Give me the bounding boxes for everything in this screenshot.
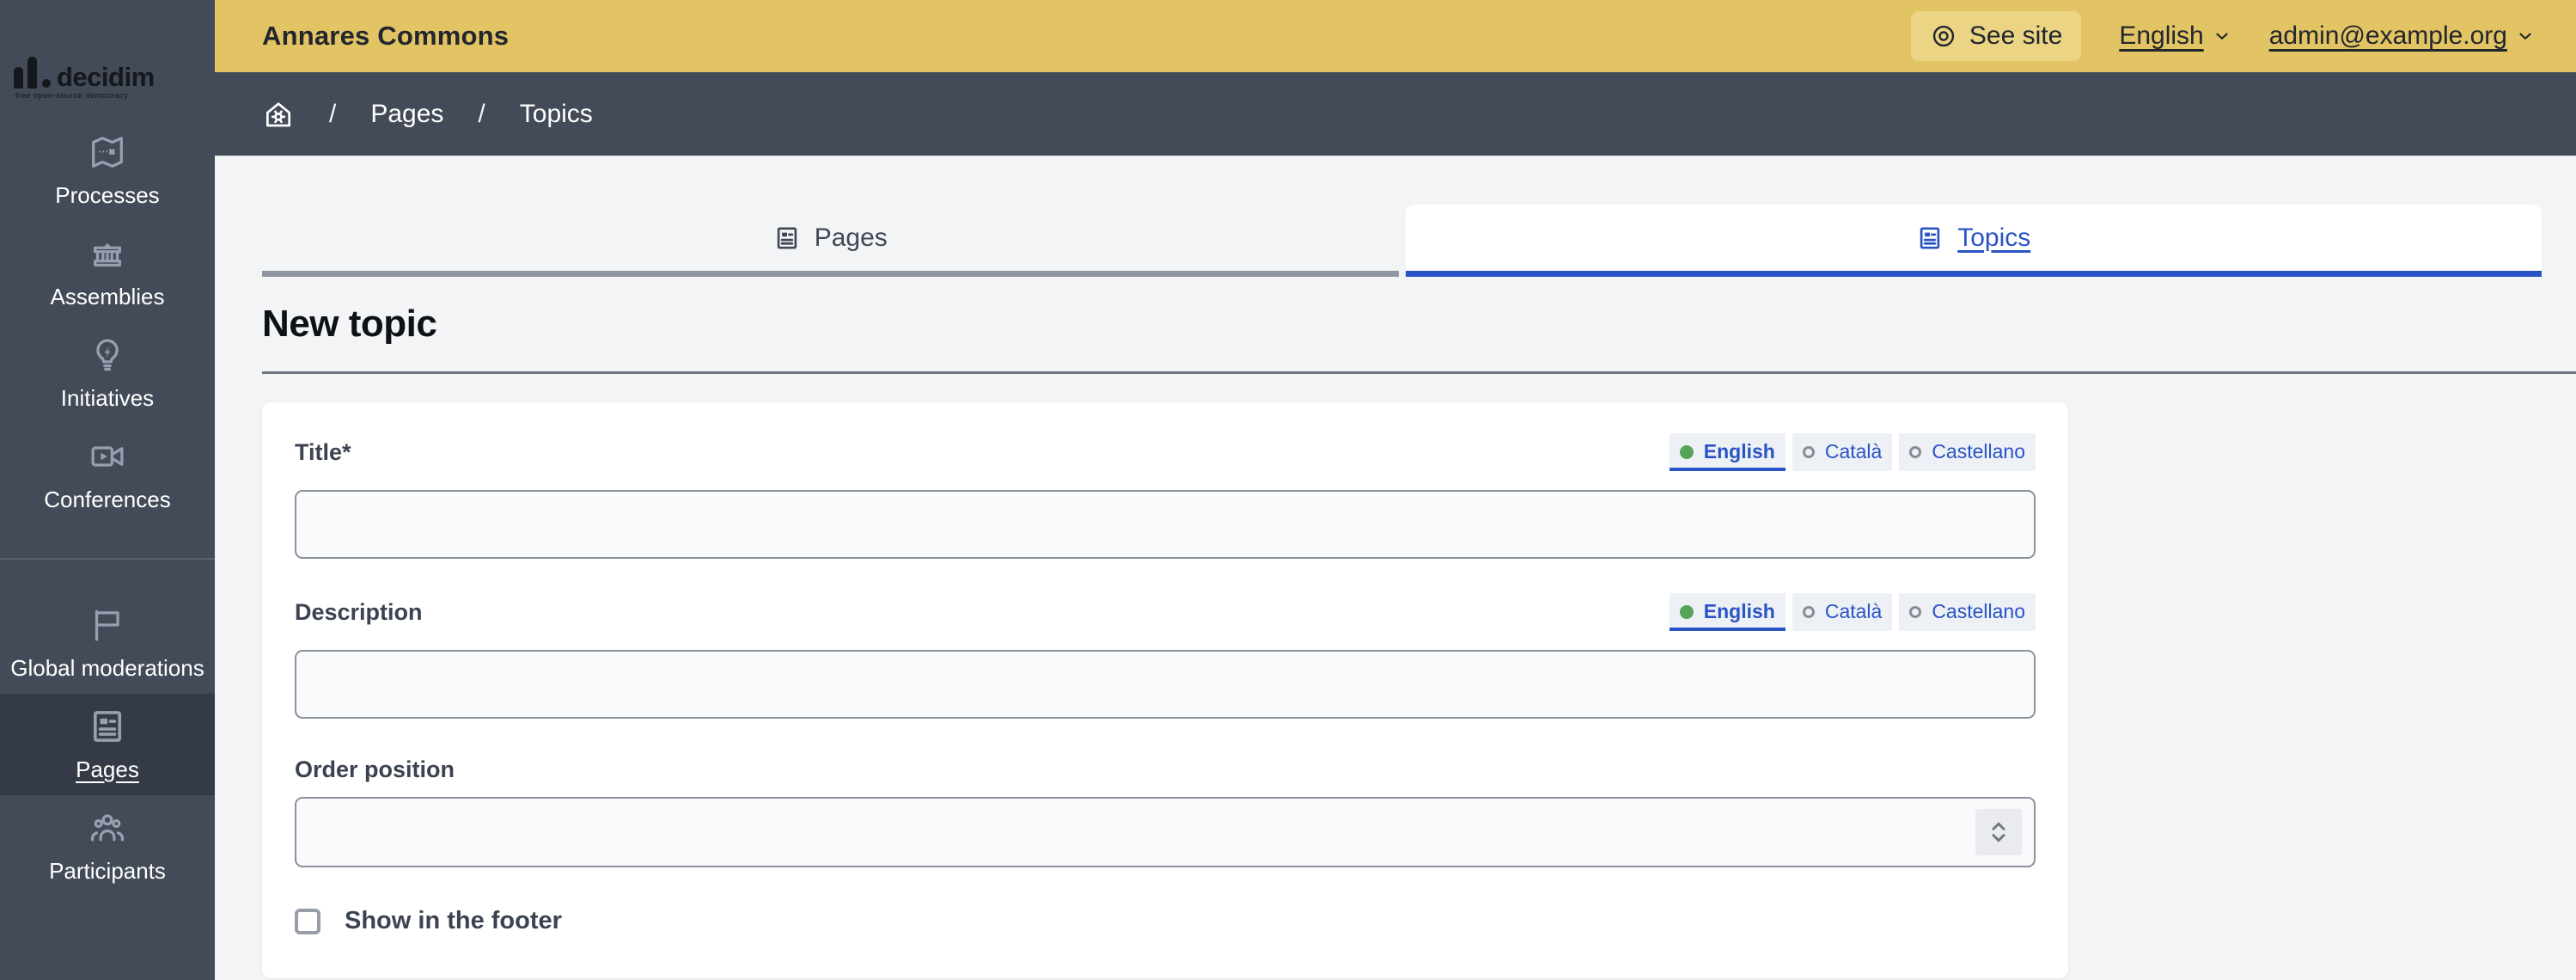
description-input[interactable]: [295, 650, 2036, 719]
breadcrumb: / Pages / Topics: [215, 72, 2576, 156]
sidebar-nav: Processes Assemblies Initiatives Confere…: [0, 119, 215, 897]
sidebar-divider: [0, 558, 215, 560]
government-building-icon: [88, 234, 127, 273]
sidebar-item-label: Initiatives: [60, 384, 155, 411]
page-icon: [773, 224, 801, 252]
breadcrumb-link-topics[interactable]: Topics: [520, 100, 593, 129]
language-option-label: Castellano: [1932, 440, 2025, 462]
sidebar-item-label: Participants: [49, 857, 166, 884]
tab-topics[interactable]: Topics: [1405, 205, 2542, 277]
sidebar-item-label: Processes: [55, 181, 160, 208]
description-label: Description: [295, 598, 423, 625]
sidebar-item-pages[interactable]: Pages: [0, 694, 215, 795]
title-input[interactable]: [295, 490, 2036, 559]
flag-icon: [88, 605, 127, 645]
language-option-catala[interactable]: Català: [1792, 433, 1893, 471]
language-option-castellano[interactable]: Castellano: [1899, 593, 2036, 631]
decidim-logo[interactable]: decidim free open-source democracy: [0, 0, 215, 101]
language-option-catala[interactable]: Català: [1792, 593, 1893, 631]
tab-label: Topics: [1957, 223, 2031, 252]
decidim-admin-app: decidim free open-source democracy Proce…: [0, 0, 2576, 980]
sidebar-item-initiatives[interactable]: Initiatives: [0, 322, 215, 424]
sidebar-item-assemblies[interactable]: Assemblies: [0, 221, 215, 322]
sidebar-item-processes[interactable]: Processes: [0, 119, 215, 221]
account-label: admin@example.org: [2268, 21, 2507, 50]
radio-selected-icon: [1679, 444, 1694, 459]
sidebar-item-label: Assemblies: [50, 283, 165, 309]
logo-dot-icon: [42, 79, 51, 88]
language-option-label: Català: [1824, 600, 1883, 622]
chevron-down-icon: [2213, 27, 2231, 46]
language-option-english[interactable]: English: [1669, 593, 1785, 631]
sidebar-item-global-moderations[interactable]: Global moderations: [0, 592, 215, 694]
sidebar: decidim free open-source democracy Proce…: [0, 0, 215, 980]
tab-label: Pages: [814, 223, 888, 252]
title-language-tabs: English Català Castellano: [1669, 433, 2036, 471]
language-option-label: English: [1703, 600, 1775, 622]
radio-unselected-icon: [1802, 445, 1815, 458]
show-in-footer-label: Show in the footer: [345, 907, 562, 934]
page-title: New topic: [262, 303, 437, 345]
language-option-label: Castellano: [1932, 600, 2025, 622]
page-icon: [88, 707, 127, 746]
description-language-tabs: English Català Castellano: [1669, 593, 2036, 631]
chevron-down-icon: [2516, 27, 2535, 46]
page-icon: [1916, 224, 1944, 252]
home-icon[interactable]: [262, 98, 295, 131]
lightbulb-bolt-icon: [88, 335, 127, 375]
radio-unselected-icon: [1802, 605, 1815, 618]
see-site-label: See site: [1969, 21, 2063, 50]
sidebar-item-label: Pages: [76, 756, 139, 782]
logo-bar-icon: [27, 57, 37, 89]
organization-name: Annares Commons: [262, 21, 510, 51]
radio-unselected-icon: [1909, 605, 1922, 618]
show-in-footer-row: Show in the footer: [295, 907, 2036, 935]
logo-wordmark: decidim: [57, 61, 155, 92]
title-divider: [262, 371, 2576, 374]
sidebar-item-conferences[interactable]: Conferences: [0, 424, 215, 525]
language-dropdown[interactable]: English: [2119, 21, 2231, 51]
show-in-footer-checkbox[interactable]: [295, 908, 320, 934]
language-option-english[interactable]: English: [1669, 433, 1785, 471]
main-content: Pages Topics New topic Title* English Ca…: [215, 156, 2576, 980]
sidebar-item-participants[interactable]: Participants: [0, 795, 215, 897]
language-label: English: [2119, 21, 2204, 50]
tab-pages[interactable]: Pages: [262, 205, 1399, 277]
new-topic-form: Title* English Català Castellano Descrip…: [262, 402, 2068, 978]
sidebar-item-label: Global moderations: [10, 654, 204, 681]
see-site-button[interactable]: See site: [1910, 11, 2082, 61]
radio-unselected-icon: [1909, 445, 1922, 458]
logo-tagline: free open-source democracy: [15, 91, 129, 101]
breadcrumb-separator: /: [478, 99, 485, 128]
account-dropdown[interactable]: admin@example.org: [2269, 21, 2535, 51]
order-position-input[interactable]: [295, 797, 2036, 867]
description-field-header: Description English Català Castellano: [295, 593, 2036, 631]
breadcrumb-link-pages[interactable]: Pages: [370, 100, 443, 129]
people-icon: [88, 808, 127, 848]
order-position-field: [295, 797, 2036, 867]
language-option-label: English: [1703, 440, 1775, 462]
language-option-label: Català: [1824, 440, 1883, 462]
language-option-castellano[interactable]: Castellano: [1899, 433, 2036, 471]
breadcrumb-separator: /: [329, 99, 337, 128]
topbar: Annares Commons See site English admin@e…: [215, 0, 2576, 72]
number-stepper[interactable]: [1975, 809, 2022, 855]
order-position-label: Order position: [295, 756, 455, 782]
radio-selected-icon: [1679, 604, 1694, 619]
map-icon: [88, 132, 127, 172]
target-icon: [1930, 22, 1957, 50]
video-camera-icon: [88, 437, 127, 476]
sidebar-item-label: Conferences: [44, 486, 171, 512]
title-label: Title*: [295, 438, 351, 465]
tab-bar: Pages Topics: [262, 205, 2542, 277]
title-field-header: Title* English Català Castellano: [295, 433, 2036, 471]
logo-bar-icon: [14, 67, 23, 89]
